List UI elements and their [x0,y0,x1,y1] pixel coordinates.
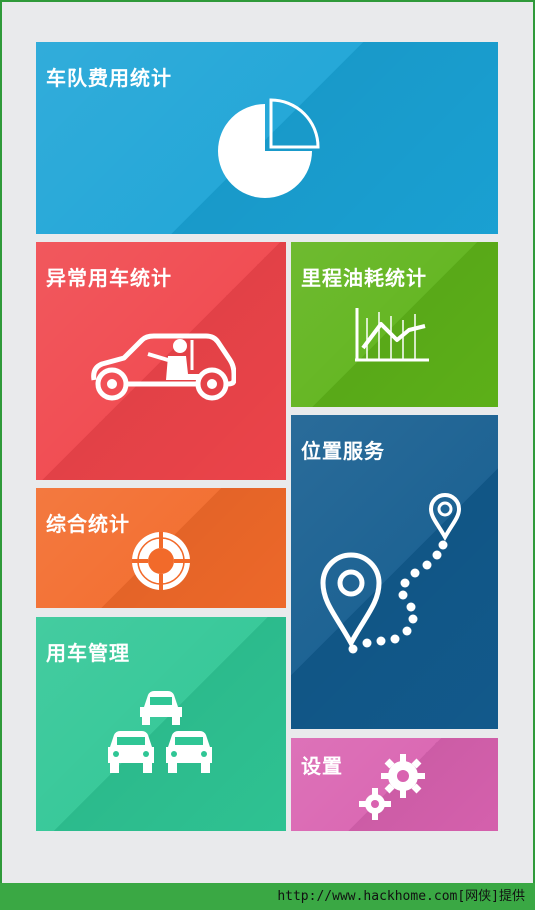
line-chart-icon [355,308,429,362]
tile-label: 用车管理 [46,641,130,665]
tile-abnormal-usage-stats[interactable]: 异常用车统计 [36,242,286,480]
watermark-footer: http://www.hackhome.com[网侠]提供 [0,883,535,910]
tile-fleet-cost-stats[interactable]: 车队费用统计 [36,42,498,234]
tile-label: 综合统计 [46,512,130,536]
tile-comprehensive-stats[interactable]: 综合统计 [36,488,286,608]
tile-settings[interactable]: 设置 [291,738,498,831]
car-driver-icon [91,333,236,401]
gears-icon [359,754,425,820]
cars-icon [108,691,212,773]
lifebuoy-icon [132,532,190,590]
tile-label: 设置 [301,754,343,778]
tile-label: 位置服务 [301,439,385,463]
tile-label: 异常用车统计 [46,266,172,290]
pie-chart-icon [218,98,320,198]
tile-location-service[interactable]: 位置服务 [291,415,498,729]
tile-mileage-fuel-stats[interactable]: 里程油耗统计 [291,242,498,407]
map-route-icon [320,493,462,654]
tile-label: 里程油耗统计 [301,266,427,290]
tile-label: 车队费用统计 [46,66,172,90]
tile-vehicle-management[interactable]: 用车管理 [36,617,286,831]
